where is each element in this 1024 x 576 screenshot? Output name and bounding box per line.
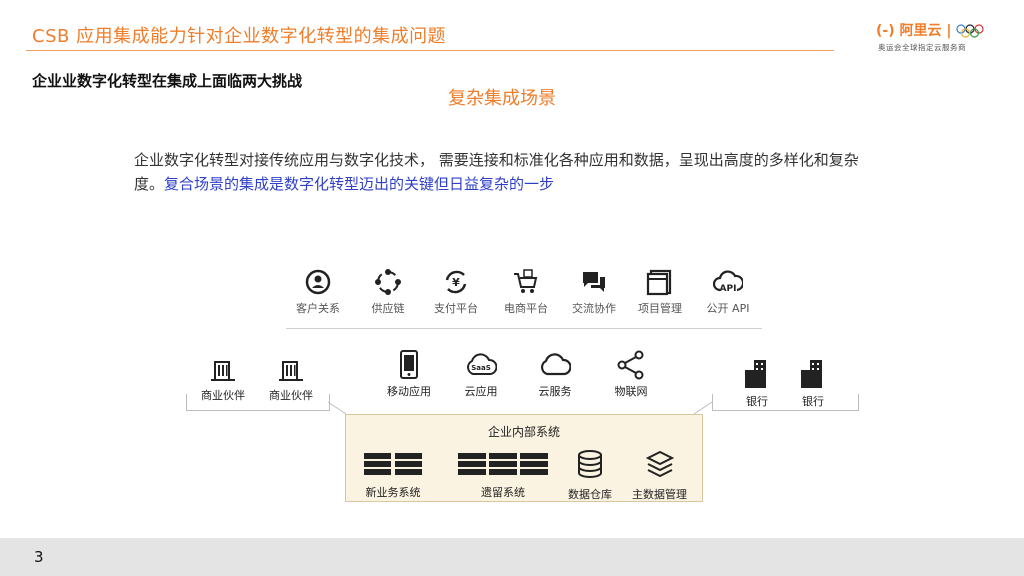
scene-title: 复杂集成场景	[448, 88, 556, 109]
svg-text:¥: ¥	[452, 276, 460, 289]
mobile-icon	[400, 350, 418, 379]
payment-icon: ¥	[445, 270, 467, 294]
building-icon	[279, 361, 303, 381]
customer-relation-icon	[305, 269, 331, 295]
top-item-supply-chain: 供应链	[358, 268, 418, 316]
aliyun-logo: (-) 阿里云 | 奥运会全球指定云服务商	[876, 20, 996, 56]
title-divider	[26, 50, 834, 51]
top-item-chat: 交流协作	[564, 268, 624, 316]
center-item-cloud: 云服务	[520, 350, 590, 399]
logo-subtitle: 奥运会全球指定云服务商	[878, 43, 966, 52]
external-apps-baseline	[286, 328, 762, 329]
internal-systems-title: 企业内部系统	[487, 425, 560, 439]
ecommerce-icon	[514, 269, 538, 293]
chat-icon	[583, 272, 605, 292]
top-item-payment: ¥ 支付平台	[426, 268, 486, 316]
top-item-api: API 公开 API	[698, 268, 758, 316]
internal-item-legacy: 遗留系统	[456, 451, 550, 500]
footer-bar	[0, 538, 1024, 576]
bank-building-icon	[801, 360, 822, 388]
legacy-system-icon	[458, 453, 548, 475]
olympic-rings-icon	[956, 24, 984, 38]
api-cloud-icon: API	[713, 270, 743, 294]
partner-item: 商业伙伴	[188, 358, 258, 403]
database-icon	[578, 450, 602, 478]
project-icon	[646, 269, 672, 296]
internal-systems-box: 企业内部系统 新业务系统 遗留系统 数据仓库 主数据管理	[345, 414, 703, 502]
logo-brand: (-) 阿里云 |	[876, 20, 990, 40]
top-item-ecommerce: 电商平台	[496, 268, 556, 316]
svg-text:API: API	[720, 284, 737, 294]
internal-item-database: 数据仓库	[568, 449, 612, 502]
bank-building-icon	[745, 360, 766, 388]
building-icon	[211, 361, 235, 381]
svg-text:SaaS: SaaS	[471, 364, 491, 372]
iot-icon	[617, 350, 644, 380]
bank-item: 银行	[778, 358, 848, 409]
page-number: 3	[34, 548, 44, 566]
new-system-icon	[364, 453, 422, 475]
center-item-saas: SaaS 云应用	[446, 350, 516, 399]
center-item-iot: 物联网	[596, 350, 666, 399]
internal-item-master-data: 主数据管理	[632, 449, 687, 502]
slide-subtitle: 企业业数字化转型在集成上面临两大挑战	[32, 72, 303, 90]
internal-item-new-system: 新业务系统	[360, 451, 426, 500]
external-apps-row: 客户关系 供应链 ¥ 支付平台 电商平台 交流协作 项目管理 API 公开 AP…	[286, 268, 762, 330]
top-item-project: 项目管理	[630, 268, 690, 316]
description-highlight: 复合场景的集成是数字化转型迈出的关键但日益复杂的一步	[164, 175, 555, 193]
supply-chain-icon	[375, 269, 401, 295]
center-item-mobile: 移动应用	[374, 350, 444, 399]
description-paragraph: 企业数字化转型对接传统应用与数字化技术， 需要连接和标准化各种应用和数据，呈现出…	[134, 148, 884, 196]
layers-icon	[645, 450, 674, 478]
partner-item: 商业伙伴	[256, 358, 326, 403]
slide-title: CSB 应用集成能力针对企业数字化转型的集成问题	[32, 26, 447, 47]
cloud-icon	[540, 353, 571, 376]
top-item-customer: 客户关系	[288, 268, 348, 316]
saas-icon: SaaS	[467, 353, 497, 375]
